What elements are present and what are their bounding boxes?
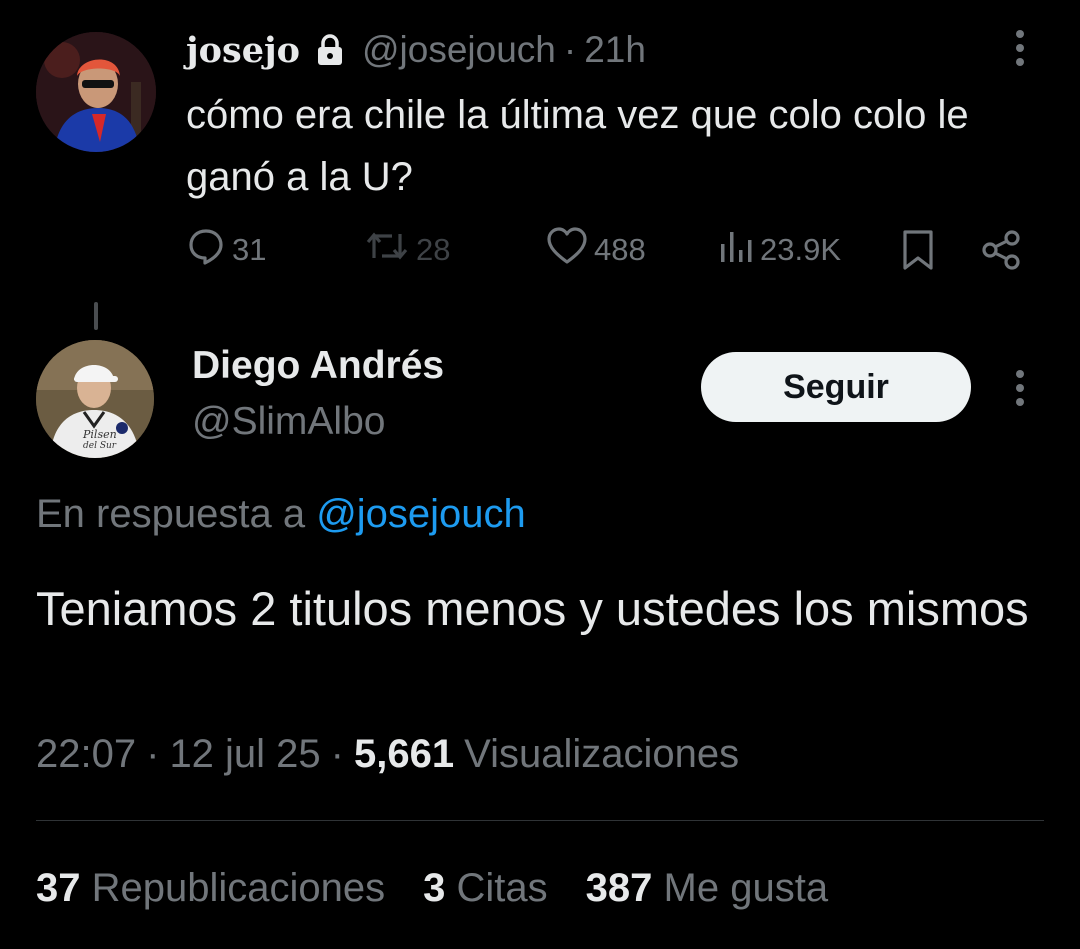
tweet-view-label: Visualizaciones	[464, 732, 740, 776]
quotes-count: 3	[423, 866, 446, 910]
reply-to-link[interactable]: @josejouch	[316, 492, 526, 536]
reply-icon	[186, 226, 226, 274]
reply-avatar[interactable]: Pilsen del Sur	[36, 340, 154, 458]
thread-line	[94, 302, 98, 330]
reply-more-icon[interactable]	[1008, 366, 1032, 410]
reply-avatar-image: Pilsen del Sur	[36, 340, 154, 458]
parent-avatar[interactable]	[36, 32, 156, 152]
engagement-stats: 37 Republicaciones 3 Citas 387 Me gusta	[36, 866, 828, 911]
reply-handle[interactable]: @SlimAlbo	[192, 400, 385, 444]
divider	[36, 820, 1044, 821]
meta-separator: ·	[146, 732, 160, 776]
views-count: 23.9K	[760, 232, 842, 267]
bookmark-icon[interactable]	[900, 228, 936, 272]
parent-handle[interactable]: @josejouch	[362, 29, 556, 71]
likes-stat[interactable]: 387 Me gusta	[586, 866, 828, 911]
views-action[interactable]: 23.9K	[718, 226, 841, 274]
likes-label: Me gusta	[663, 866, 829, 910]
separator-dot: ·	[563, 29, 577, 70]
tweet-date[interactable]: 12 jul 25	[169, 732, 320, 777]
reply-context-prefix: En respuesta a	[36, 492, 306, 536]
retweet-icon	[364, 226, 410, 274]
quotes-label: Citas	[456, 866, 548, 910]
reply-count: 31	[232, 232, 267, 267]
tweet-view-count: 5,661	[354, 732, 455, 776]
more-icon[interactable]	[1008, 26, 1032, 70]
reply-action[interactable]: 31	[186, 226, 266, 274]
tweet-meta: 22:07 · 12 jul 25 · 5,661 Visualizacione…	[36, 732, 739, 777]
parent-avatar-image	[36, 32, 156, 152]
reposts-stat[interactable]: 37 Republicaciones	[36, 866, 385, 911]
reposts-label: Republicaciones	[91, 866, 386, 910]
share-icon[interactable]	[980, 228, 1024, 272]
like-count: 488	[594, 232, 646, 267]
meta-separator-2: ·	[330, 732, 344, 776]
parent-tweet-text: cómo era chile la última vez que colo co…	[186, 93, 969, 199]
likes-count: 387	[585, 866, 653, 910]
tweet-time[interactable]: 22:07	[36, 732, 136, 777]
follow-button[interactable]: Seguir	[701, 352, 971, 422]
views-icon	[718, 226, 754, 274]
parent-display-name[interactable]: josejo	[186, 30, 300, 71]
quotes-stat[interactable]: 3 Citas	[423, 866, 548, 911]
reply-tweet-text: Teniamos 2 titulos menos y ustedes los m…	[36, 582, 1029, 635]
svg-text:del Sur: del Sur	[83, 441, 117, 451]
like-action[interactable]: 488	[546, 226, 646, 274]
parent-time[interactable]: 21h	[584, 29, 646, 71]
retweet-count: 28	[416, 232, 451, 267]
retweet-action[interactable]: 28	[364, 226, 450, 274]
avatar-jersey-text: Pilsen	[82, 428, 117, 441]
reply-context: En respuesta a @josejouch	[36, 492, 526, 537]
lock-icon	[316, 34, 344, 66]
like-icon	[546, 226, 588, 274]
reposts-count: 37	[36, 866, 81, 910]
reply-display-name[interactable]: Diego Andrés	[192, 344, 444, 388]
